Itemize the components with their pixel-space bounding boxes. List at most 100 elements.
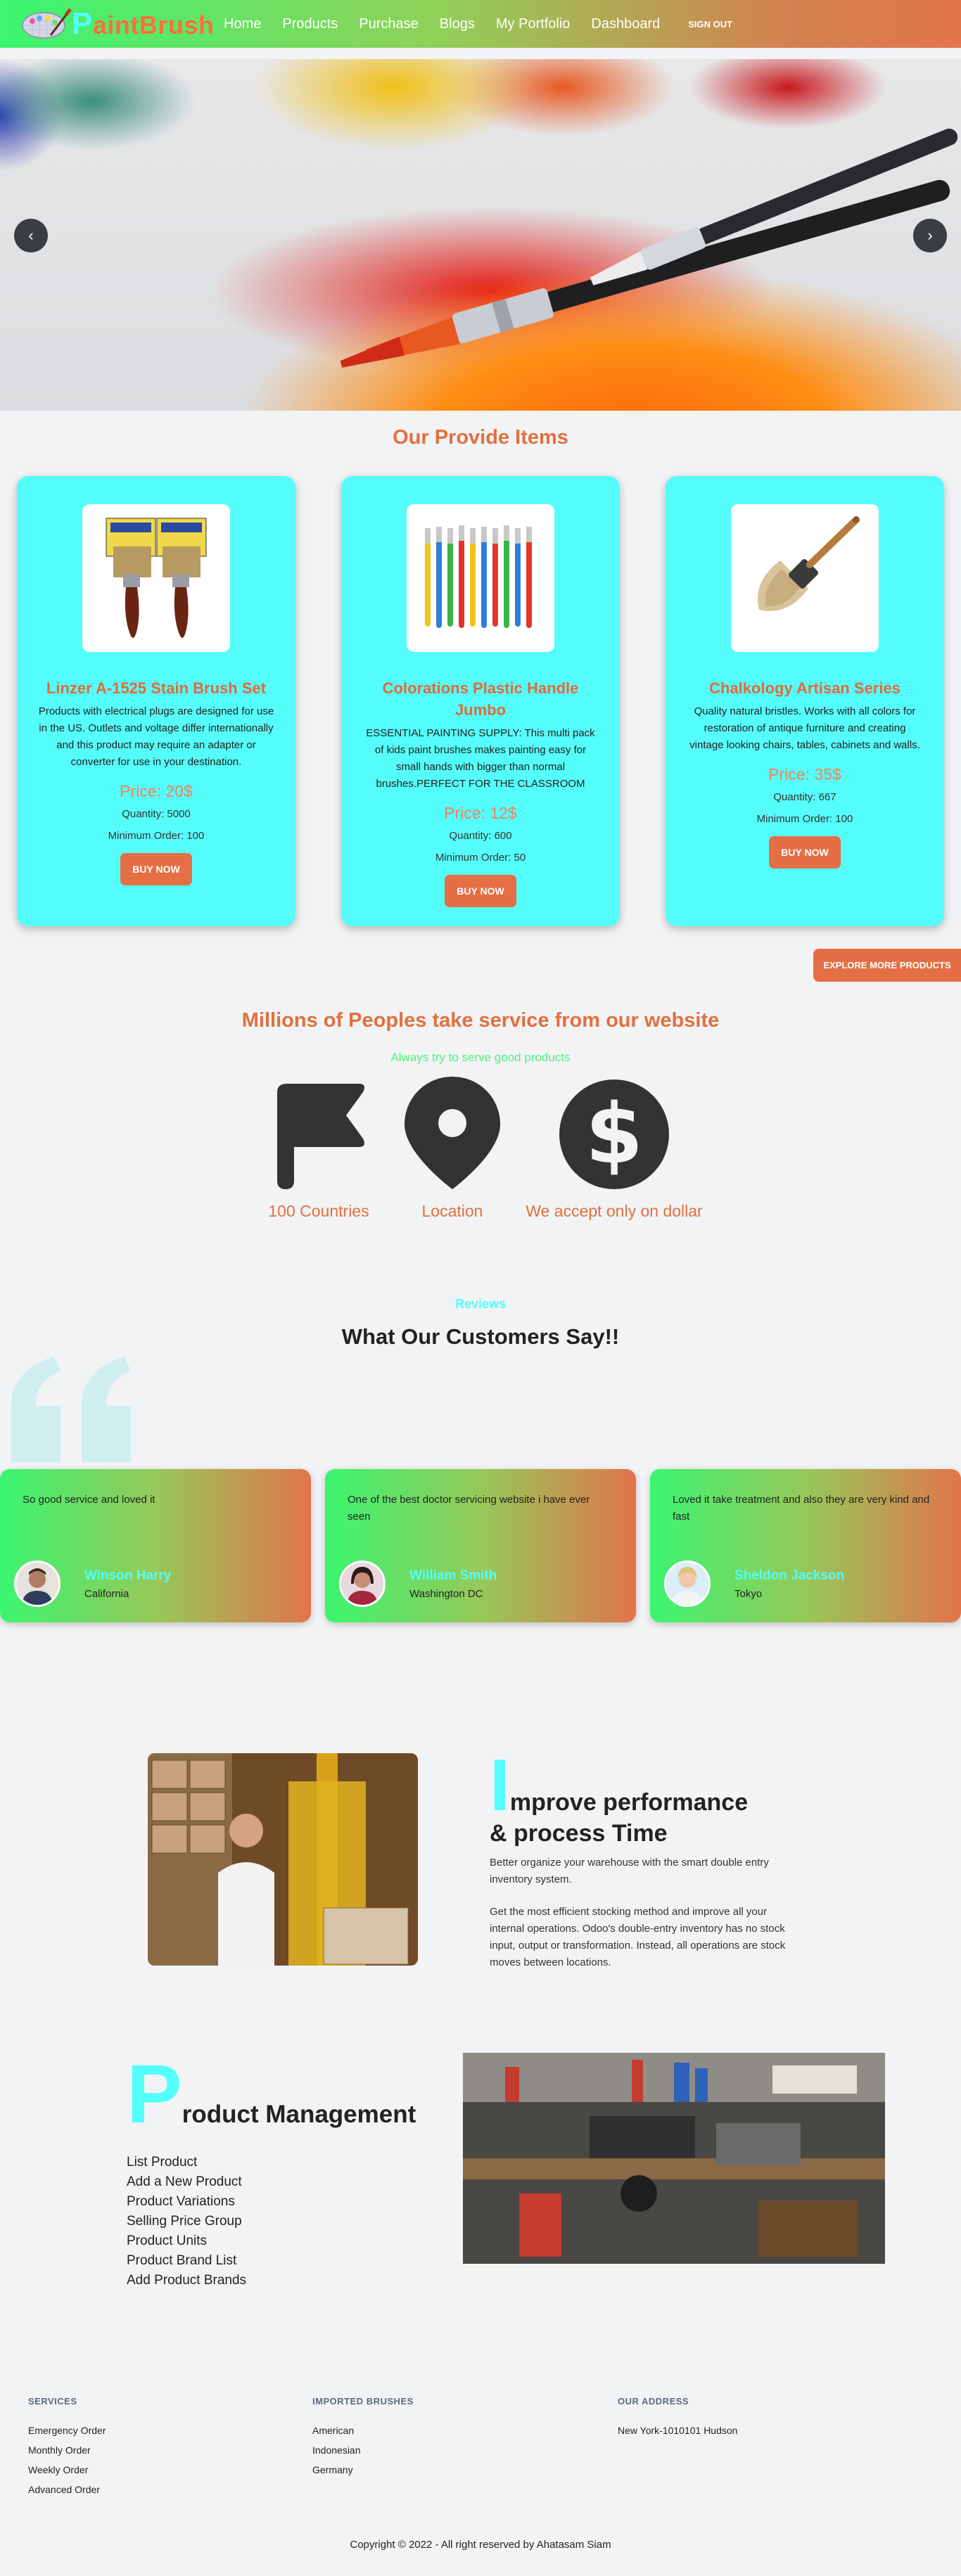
nav-purchase[interactable]: Purchase (359, 16, 419, 32)
list-item: Add Product Brands (127, 2273, 247, 2288)
navbar: PaintBrush Home Products Purchase Blogs … (0, 0, 961, 48)
improve-text: Improve performance & process Time Bette… (490, 1749, 792, 1971)
reviewer: Sheldon Jackson Tokyo (664, 1561, 844, 1607)
product-price: Price: 35$ (768, 765, 841, 783)
review-text: One of the best doctor servicing website… (348, 1494, 590, 1523)
list-item: List Product (127, 2155, 198, 2170)
avatar (339, 1561, 386, 1607)
list-item: Product Brand List (127, 2253, 237, 2268)
product-description: ESSENTIAL PAINTING SUPPLY: This multi pa… (366, 727, 595, 790)
improve-performance-section: Improve performance & process Time Bette… (0, 1749, 961, 1971)
buy-now-button[interactable]: BUY NOW (120, 853, 192, 885)
footer-heading: OUR ADDRESS (618, 2396, 689, 2407)
improve-paragraph-1: Better organize your warehouse with the … (490, 1857, 769, 1885)
product-price: Price: 20$ (120, 782, 193, 800)
flag-icon (252, 1080, 386, 1189)
buy-now-button[interactable]: BUY NOW (445, 875, 516, 907)
footer-services: SERVICES Emergency Order Monthly Order W… (28, 2396, 312, 2499)
reviewer-location: California (84, 1587, 129, 1600)
review-card: Loved it take treatment and also they ar… (650, 1469, 961, 1622)
feature-dollar: $ We accept only on dollar (519, 1079, 709, 1221)
nav-dashboard[interactable]: Dashboard (591, 16, 660, 32)
reviewer: William Smith Washington DC (339, 1561, 497, 1607)
product-quantity: Quantity: 667 (773, 791, 836, 803)
footer-link[interactable]: American (312, 2421, 618, 2440)
product-quantity: Quantity: 600 (449, 830, 512, 842)
product-name: Linzer A-1525 Stain Brush Set (46, 679, 267, 697)
avatar (664, 1561, 711, 1607)
product-card: Chalkology Artisan Series Quality natura… (666, 476, 944, 926)
reviewer-name: Winson Harry (84, 1568, 172, 1583)
stats-title: Millions of Peoples take service from ou… (241, 1009, 720, 1032)
hero-brush-image (340, 128, 958, 368)
list-item: Product Units (127, 2234, 208, 2248)
product-min-order: Minimum Order: 100 (108, 830, 205, 842)
footer-link[interactable]: Germany (312, 2460, 618, 2480)
review-text: Loved it take treatment and also they ar… (673, 1494, 930, 1523)
footer-link[interactable]: Emergency Order (28, 2421, 312, 2440)
workshop-tools-photo (463, 2053, 885, 2264)
product-price: Price: 12$ (444, 804, 517, 822)
location-pin-icon (386, 1077, 519, 1189)
product-name: Chalkology Artisan Series (709, 679, 900, 697)
review-card: So good service and loved it Winson Harr… (0, 1469, 311, 1622)
list-item: Add a New Product (127, 2174, 242, 2189)
product-image-artisan-brush (731, 504, 879, 652)
improve-title: Improve performance (490, 1745, 749, 1826)
footer-address-line: New York-1010101 Hudson (618, 2425, 738, 2436)
product-name: Colorations Plastic Handle Jumbo (382, 679, 579, 719)
product-card: Colorations Plastic Handle Jumbo ESSENTI… (341, 476, 620, 926)
carousel-next-button[interactable]: › (913, 219, 947, 252)
copyright: Copyright © 2022 - All right reserved by… (350, 2539, 611, 2551)
reviews-label: Reviews (454, 1297, 507, 1311)
reviewer: Winson Harry California (14, 1561, 171, 1607)
nav-links: Home Products Purchase Blogs My Portfoli… (224, 16, 732, 32)
reviewer-location: Tokyo (734, 1587, 763, 1600)
carousel-prev-button[interactable]: ‹ (14, 219, 48, 252)
product-min-order: Minimum Order: 50 (435, 852, 526, 864)
improve-paragraph-2: Get the most efficient stocking method a… (490, 1906, 786, 1968)
footer-address: OUR ADDRESS New York-1010101 Hudson (618, 2396, 737, 2499)
review-card: One of the best doctor servicing website… (325, 1469, 636, 1622)
warehouse-worker-photo (148, 1753, 418, 1966)
footer-heading: SERVICES (28, 2396, 77, 2407)
nav-home[interactable]: Home (224, 16, 261, 32)
dollar-icon: $ (519, 1079, 709, 1189)
explore-more-products-button[interactable]: EXPLORE MORE PRODUCTS (813, 949, 961, 982)
product-min-order: Minimum Order: 100 (756, 813, 853, 825)
product-management-title: Product Management (127, 2048, 416, 2141)
footer-link[interactable]: Weekly Order (28, 2460, 312, 2480)
product-image-stain-brush-set (82, 504, 230, 652)
feature-label: We accept only on dollar (526, 1202, 703, 1220)
stats-subtitle: Always try to serve good products (390, 1051, 571, 1064)
buy-now-button[interactable]: BUY NOW (769, 836, 841, 869)
palette-logo-icon (20, 7, 75, 41)
product-management-section: Product Management List Product Add a Ne… (0, 2053, 961, 2290)
hero-carousel: ‹ › (0, 59, 961, 411)
footer-heading: IMPORTED BRUSHES (312, 2396, 414, 2407)
footer: SERVICES Emergency Order Monthly Order W… (0, 2396, 961, 2499)
provide-items-title: Our Provide Items (393, 426, 568, 449)
footer-link[interactable]: Monthly Order (28, 2440, 312, 2460)
product-list: Linzer A-1525 Stain Brush Set Products w… (0, 476, 961, 926)
quote-icon (4, 1357, 961, 1469)
sign-out-button[interactable]: SIGN OUT (688, 19, 732, 30)
nav-blogs[interactable]: Blogs (440, 16, 475, 32)
list-item: Product Variations (127, 2194, 235, 2209)
logo[interactable]: PaintBrush (20, 6, 224, 41)
feature-location: Location (386, 1077, 519, 1221)
product-description: Quality natural bristles. Works with all… (689, 705, 920, 751)
reviews-title: What Our Customers Say!! (341, 1324, 620, 1349)
review-text: So good service and loved it (23, 1494, 155, 1506)
footer-imported-brushes: IMPORTED BRUSHES American Indonesian Ger… (312, 2396, 618, 2499)
product-management-list: List Product Add a New Product Product V… (127, 2153, 443, 2290)
review-list: So good service and loved it Winson Harr… (0, 1469, 961, 1622)
footer-link[interactable]: Indonesian (312, 2440, 618, 2460)
footer-link[interactable]: Advanced Order (28, 2480, 312, 2499)
avatar (14, 1561, 61, 1607)
list-item: Selling Price Group (127, 2214, 242, 2229)
feature-countries: 100 Countries (252, 1080, 386, 1221)
reviewer-name: Sheldon Jackson (734, 1568, 845, 1583)
nav-products[interactable]: Products (282, 16, 338, 32)
nav-my-portfolio[interactable]: My Portfolio (496, 16, 571, 32)
